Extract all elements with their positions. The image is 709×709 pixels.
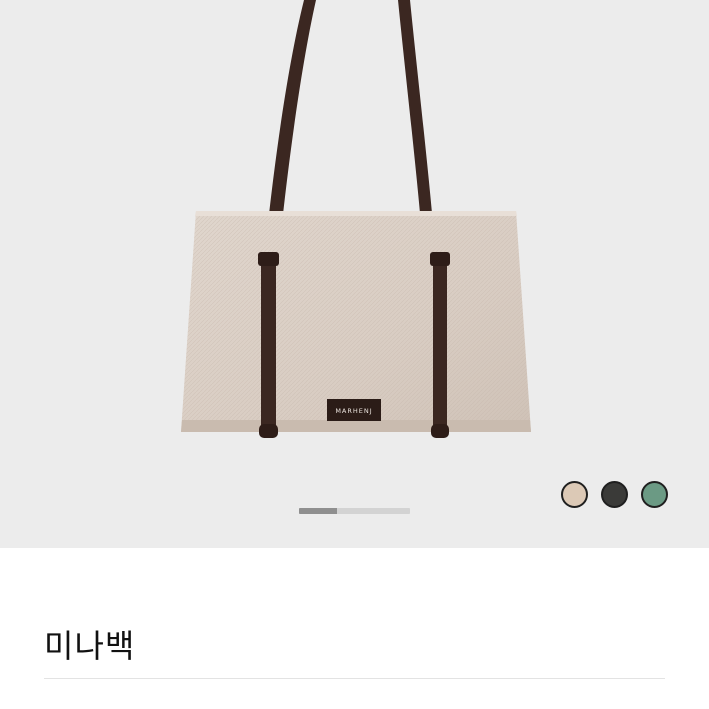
product-info: 미나백 bbox=[0, 548, 709, 709]
brand-label: MARHENJ bbox=[335, 407, 372, 415]
divider bbox=[44, 678, 665, 679]
left-strap-front bbox=[261, 254, 276, 432]
swatch-green[interactable] bbox=[641, 481, 668, 508]
carousel-progress-fill bbox=[299, 508, 337, 514]
product-title: 미나백 bbox=[44, 627, 136, 665]
swatch-charcoal[interactable] bbox=[601, 481, 628, 508]
swatch-beige[interactable] bbox=[561, 481, 588, 508]
product-gallery[interactable]: MARHENJ bbox=[0, 0, 709, 548]
carousel-progress[interactable] bbox=[299, 508, 410, 514]
product-image: MARHENJ bbox=[181, 0, 531, 438]
right-strap-front bbox=[433, 254, 447, 432]
